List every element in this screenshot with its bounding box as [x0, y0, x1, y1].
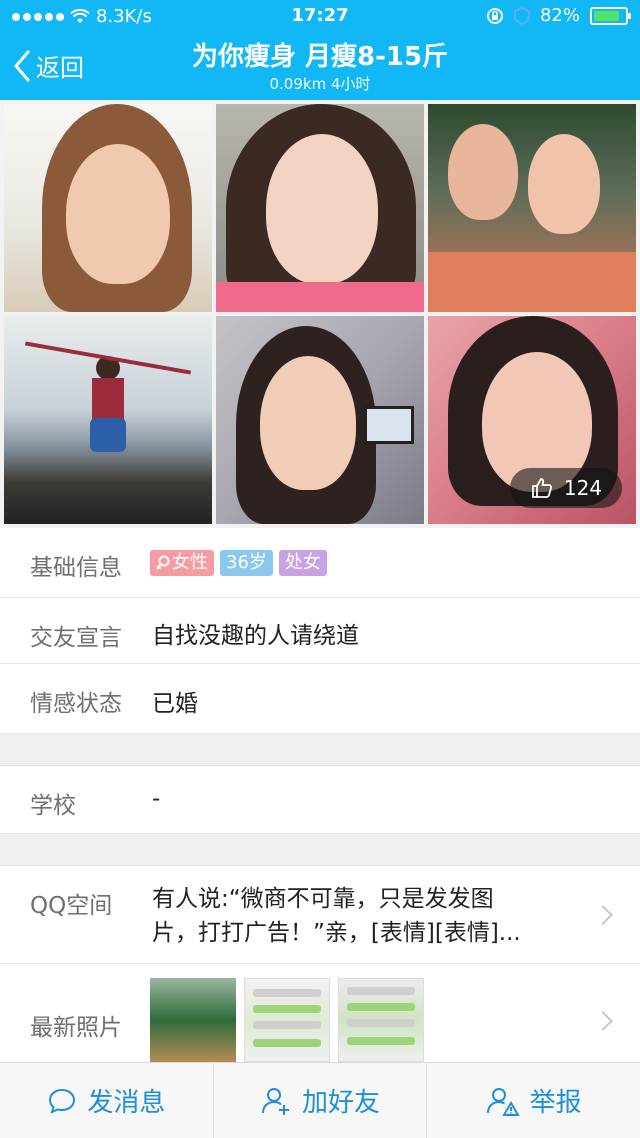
photo-figure [364, 406, 414, 444]
relationship-value: 已婚 [152, 691, 198, 717]
status-bar: 8.3K/s 17:27 82% [0, 0, 640, 34]
relationship-label: 情感状态 [30, 691, 122, 717]
qzone-preview: 有人说:“微商不可靠，只是发发图 片，打打广告！”亲，[表情][表情]... [152, 882, 572, 950]
add-friend-button[interactable]: 加好友 [214, 1063, 428, 1138]
school-label: 学校 [30, 793, 76, 819]
like-count: 124 [563, 476, 603, 500]
photo-figure [260, 356, 356, 490]
photo-figure [253, 989, 321, 997]
battery-icon [590, 6, 631, 25]
profile-photo-3[interactable] [428, 104, 636, 312]
photo-figure [347, 987, 415, 995]
photo-figure [347, 1037, 415, 1045]
section-divider [0, 834, 640, 866]
bottom-action-bar: 发消息 加好友 举报 [0, 1062, 640, 1138]
photo-figure [428, 252, 636, 312]
school-row: 学校 - [0, 766, 640, 834]
report-button[interactable]: 举报 [427, 1063, 640, 1138]
profile-photo-4[interactable] [4, 316, 212, 524]
add-friend-label: 加好友 [302, 1088, 381, 1118]
latest-photos-thumbnails [150, 978, 424, 1062]
rotation-lock-icon [486, 7, 503, 24]
like-button[interactable]: 124 [510, 468, 622, 508]
photo-grid: 124 [0, 100, 640, 528]
status-right: 82% [486, 5, 631, 26]
section-divider [0, 734, 640, 766]
latest-photos-label: 最新照片 [30, 1015, 122, 1041]
send-message-label: 发消息 [87, 1088, 166, 1118]
photo-figure [253, 1005, 321, 1013]
profile-photo-2[interactable] [216, 104, 424, 312]
page-title: 为你瘦身 月瘦8-15斤 [191, 42, 449, 72]
chevron-right-icon [593, 905, 613, 925]
relationship-row: 情感状态 已婚 [0, 664, 640, 734]
latest-photos-row[interactable]: 最新照片 [0, 964, 640, 1062]
report-user-icon [486, 1087, 520, 1116]
qzone-preview-line-1: 有人说:“微商不可靠，只是发发图 [152, 886, 494, 912]
photo-figure [66, 144, 170, 284]
female-icon [156, 555, 170, 570]
chat-bubble-icon [49, 1088, 76, 1114]
photo-figure [347, 1019, 415, 1027]
battery-fill [594, 10, 619, 21]
school-value: - [152, 786, 161, 812]
profile-photo-1[interactable] [4, 104, 212, 312]
send-message-button[interactable]: 发消息 [0, 1063, 214, 1138]
battery-percent: 82% [539, 5, 580, 26]
profile-photo-5[interactable] [216, 316, 424, 524]
shield-icon [514, 6, 530, 25]
add-user-icon [262, 1087, 289, 1115]
qzone-row[interactable]: QQ空间 有人说:“微商不可靠，只是发发图 片，打打广告！”亲，[表情][表情]… [0, 866, 640, 964]
chevron-right-icon [593, 1011, 613, 1031]
latest-photo-thumb-1[interactable] [150, 978, 236, 1062]
distance-time: 0.09km 4小时 [269, 75, 371, 93]
qzone-preview-line-2: 片，打打广告！”亲，[表情][表情]... [152, 920, 521, 946]
profile-photo-6[interactable]: 124 [428, 316, 636, 524]
photo-figure [266, 134, 378, 284]
top-header: 8.3K/s 17:27 82% 返回 为你瘦身 月瘦8-15斤 0.09km … [0, 0, 640, 100]
gender-tag-label: 女性 [172, 552, 208, 573]
photo-figure [253, 1021, 321, 1029]
basic-info-row: 基础信息 女性 36岁 处女 [0, 528, 640, 598]
declaration-label: 交友宣言 [30, 625, 122, 651]
basic-info-tags: 女性 36岁 处女 [150, 550, 327, 576]
report-label: 举报 [529, 1088, 582, 1118]
photo-figure [448, 124, 518, 220]
photo-figure [90, 418, 126, 452]
photo-figure [253, 1039, 321, 1047]
photo-figure [347, 1003, 415, 1011]
declaration-row: 交友宣言 自找没趣的人请绕道 [0, 598, 640, 664]
latest-photo-thumb-2[interactable] [244, 978, 330, 1062]
latest-photo-thumb-3[interactable] [338, 978, 424, 1062]
age-tag: 36岁 [220, 550, 273, 576]
gender-tag: 女性 [150, 550, 214, 576]
basic-info-label: 基础信息 [30, 555, 122, 581]
attribute-tag: 处女 [278, 550, 327, 576]
thumbs-up-icon [532, 478, 552, 498]
photo-figure [528, 134, 600, 234]
declaration-value: 自找没趣的人请绕道 [152, 623, 359, 649]
qzone-label: QQ空间 [30, 893, 113, 919]
photo-figure [216, 282, 424, 312]
